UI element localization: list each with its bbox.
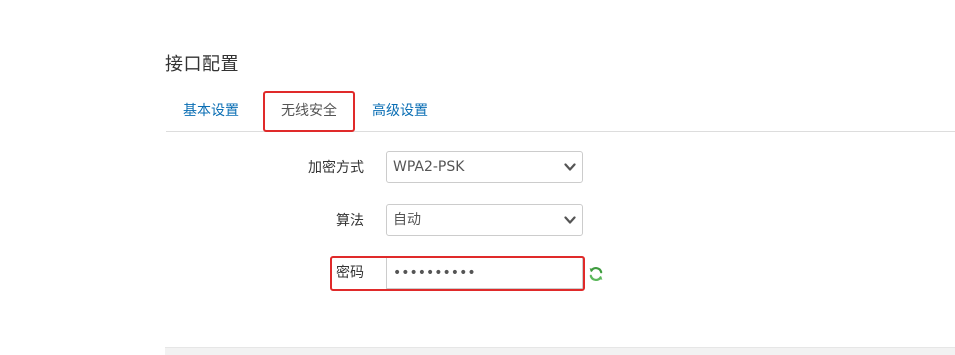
encryption-select-value: WPA2-PSK: [393, 159, 465, 175]
encryption-select[interactable]: WPA2-PSK: [386, 151, 583, 183]
tab-basic-settings[interactable]: 基本设置: [166, 91, 262, 131]
refresh-icon[interactable]: [588, 266, 604, 282]
cipher-select-value: 自动: [393, 212, 421, 228]
page-title: 接口配置: [165, 54, 239, 75]
footer-divider: [165, 347, 955, 355]
cipher-row: 算法 自动: [0, 204, 955, 238]
encryption-label: 加密方式: [308, 160, 364, 176]
tab-wireless-security[interactable]: 无线安全: [263, 91, 355, 132]
tab-bar: 基本设置 无线安全 高级设置: [166, 91, 955, 132]
password-highlight-frame: [330, 256, 585, 291]
encryption-row: 加密方式 WPA2-PSK: [0, 151, 955, 185]
chevron-down-icon: [564, 216, 576, 224]
chevron-down-icon: [564, 163, 576, 171]
tab-advanced-settings[interactable]: 高级设置: [372, 91, 462, 131]
cipher-label: 算法: [336, 213, 364, 229]
interface-config-page: 接口配置 基本设置 无线安全 高级设置 加密方式 WPA2-PSK 算法 自动 …: [0, 0, 955, 355]
cipher-select[interactable]: 自动: [386, 204, 583, 236]
